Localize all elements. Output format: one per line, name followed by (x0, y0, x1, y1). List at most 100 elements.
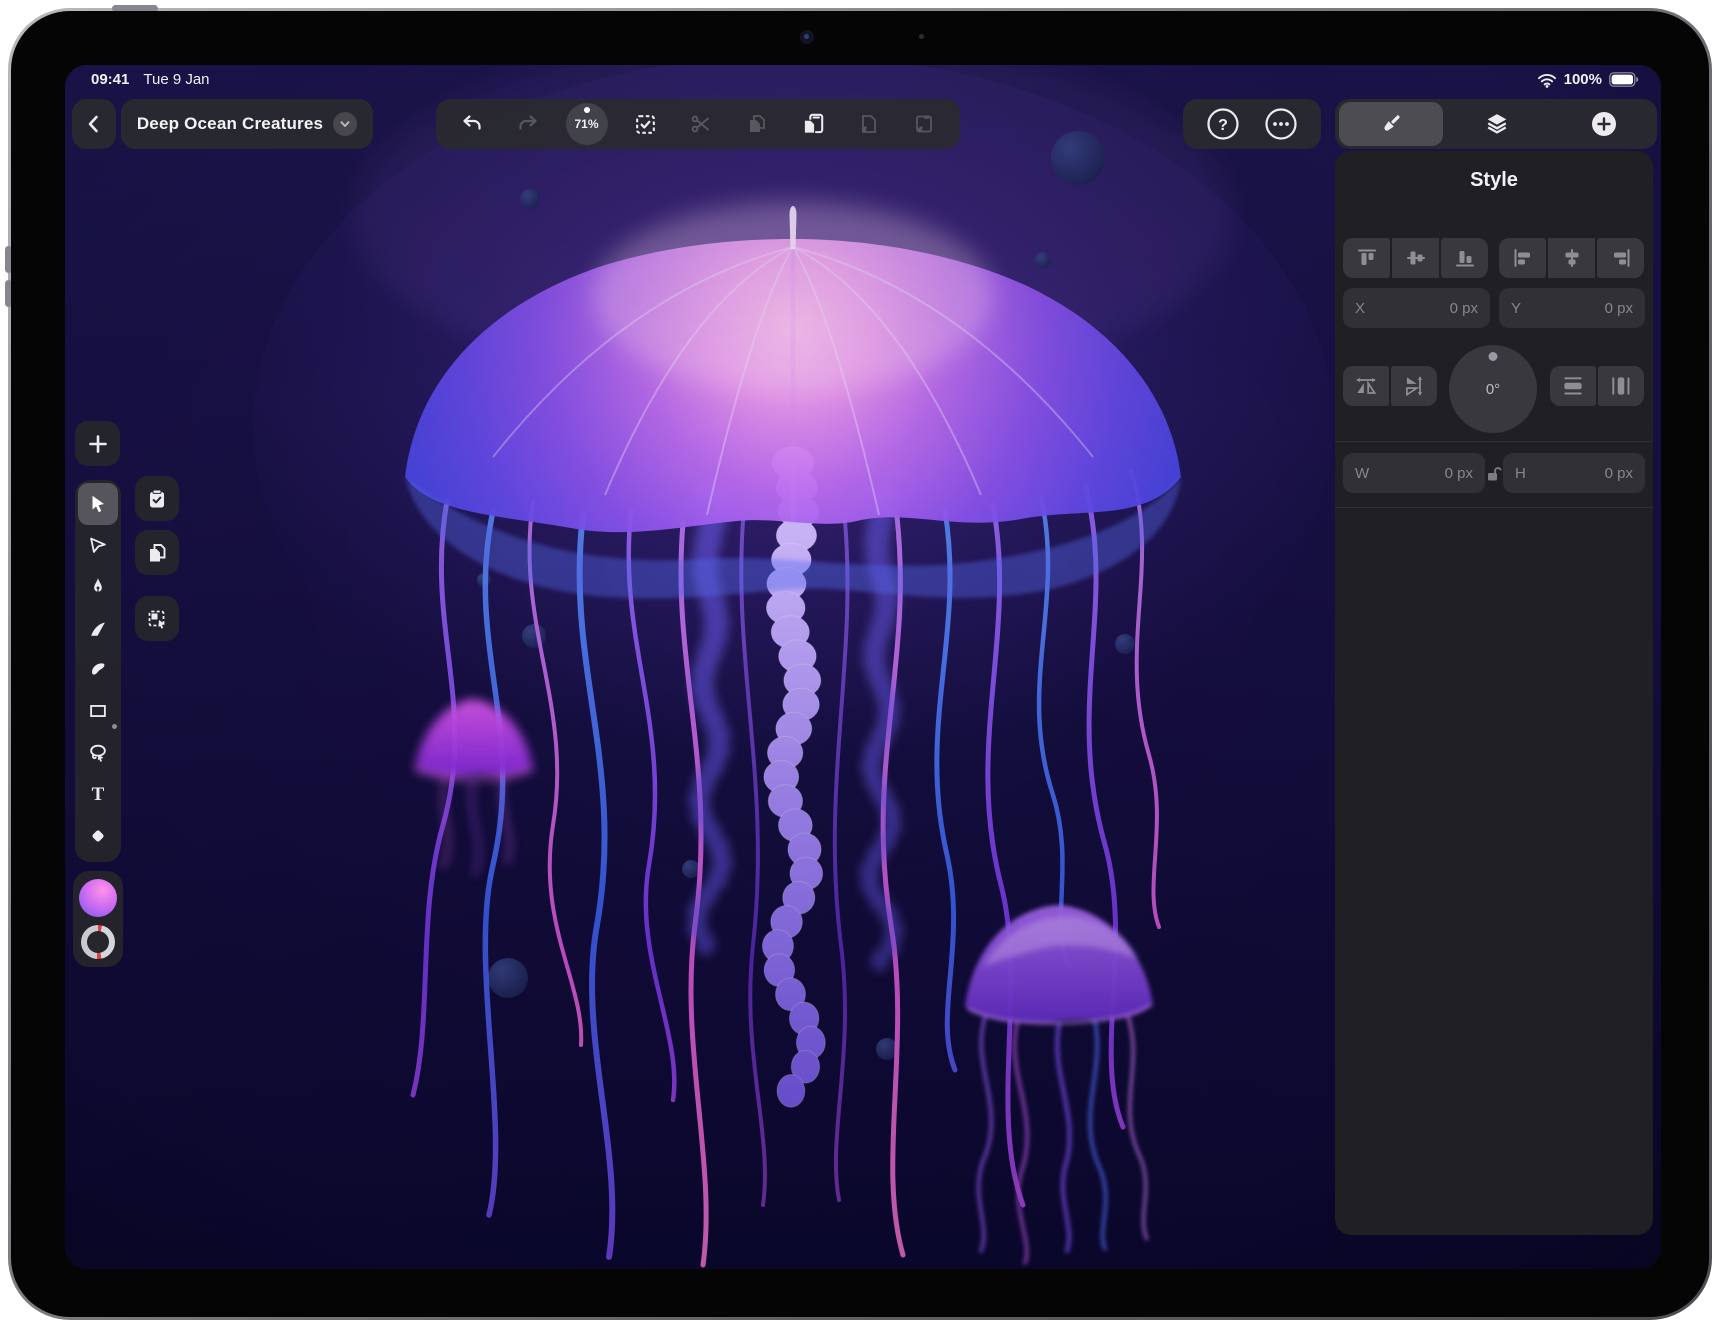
align-top-button[interactable] (1343, 238, 1390, 278)
paste-button[interactable] (795, 106, 831, 142)
add-layer-button[interactable] (1550, 109, 1657, 139)
wifi-icon (1537, 72, 1557, 88)
tab-layers[interactable] (1443, 110, 1550, 138)
tool-lasso[interactable] (78, 732, 118, 774)
layers-icon (1483, 110, 1511, 138)
color-dock (73, 871, 123, 967)
tab-style[interactable] (1339, 102, 1443, 146)
h-label: H (1515, 465, 1526, 482)
duplicate-button[interactable] (135, 530, 179, 575)
zoom-level: 71% (574, 117, 598, 131)
align-bottom-button[interactable] (1441, 238, 1488, 278)
distribute-vertical-icon (1560, 373, 1586, 399)
back-button[interactable] (72, 99, 116, 149)
paintbrush-icon (1378, 111, 1404, 137)
height-field[interactable]: H 0 px (1503, 453, 1645, 493)
paste-inside-icon (912, 112, 936, 136)
tool-text[interactable]: T (78, 774, 118, 816)
lock-open-icon (1485, 465, 1503, 483)
flip-horizontal-button[interactable] (1343, 366, 1389, 406)
distribute-horizontal-icon (1608, 373, 1634, 399)
tool-select[interactable] (78, 483, 118, 525)
paste-style-cursor-icon (145, 607, 169, 631)
front-camera (800, 30, 814, 44)
vertical-align-group (1343, 238, 1488, 278)
fill-color-swatch[interactable] (79, 879, 117, 917)
cut-button[interactable] (683, 106, 719, 142)
screen: 09:41 Tue 9 Jan 100% (65, 65, 1661, 1269)
rectangle-icon (87, 700, 109, 722)
text-tool-icon: T (92, 785, 105, 804)
help-button[interactable]: ? (1205, 106, 1241, 142)
align-middle-icon (1404, 246, 1428, 270)
status-bar: 09:41 Tue 9 Jan 100% (65, 71, 1661, 93)
clipboard-check-icon (145, 487, 169, 511)
undo-button[interactable] (454, 106, 490, 142)
distribute-group (1550, 366, 1644, 406)
copy-icon (745, 112, 769, 136)
select-all-icon (633, 112, 658, 137)
distribute-horizontal-button[interactable] (1598, 366, 1644, 406)
tool-eraser[interactable] (78, 815, 118, 857)
paste-board-button[interactable] (135, 476, 179, 521)
zoom-level-button[interactable]: 71% (566, 103, 608, 145)
paste-icon (800, 111, 826, 137)
tool-brush[interactable] (78, 649, 118, 691)
paste-inside-button[interactable] (906, 106, 942, 142)
more-button[interactable] (1263, 106, 1299, 142)
y-value: 0 px (1605, 300, 1633, 317)
tool-shape[interactable] (78, 691, 118, 733)
align-left-button[interactable] (1499, 238, 1546, 278)
select-all-button[interactable] (627, 106, 663, 142)
sensor-dot (919, 34, 924, 39)
rotation-handle[interactable] (1489, 352, 1498, 361)
w-label: W (1355, 465, 1369, 482)
assist-toolbar: ? (1183, 99, 1321, 149)
clock: 09:41 (91, 71, 129, 88)
align-right-icon (1609, 246, 1633, 270)
stroke-color-swatch[interactable] (81, 925, 115, 959)
scissors-icon (689, 112, 713, 136)
chevron-left-icon (83, 113, 105, 135)
battery-icon (1609, 72, 1639, 87)
document-menu[interactable]: Deep Ocean Creatures (121, 99, 373, 149)
rotation-dial[interactable]: 0° (1449, 345, 1537, 433)
copy-button[interactable] (739, 106, 775, 142)
panel-tabs (1335, 99, 1657, 149)
add-shape-button[interactable] (75, 421, 120, 466)
align-bottom-icon (1453, 246, 1477, 270)
x-value: 0 px (1450, 300, 1478, 317)
distribute-vertical-button[interactable] (1550, 366, 1596, 406)
horizontal-align-group (1499, 238, 1644, 278)
tool-pencil[interactable] (78, 608, 118, 650)
align-center-icon (1560, 246, 1584, 270)
width-field[interactable]: W 0 px (1343, 453, 1485, 493)
redo-icon (516, 112, 540, 136)
paste-style-icon (856, 112, 880, 136)
tool-node-select[interactable] (78, 525, 118, 567)
size-lock-toggle[interactable] (1483, 463, 1505, 485)
paste-style-rail-button[interactable] (135, 596, 179, 641)
align-right-button[interactable] (1597, 238, 1644, 278)
plus-icon (86, 432, 110, 456)
flip-vertical-button[interactable] (1391, 366, 1437, 406)
ellipsis-icon (1264, 107, 1298, 141)
w-value: 0 px (1445, 465, 1473, 482)
help-icon: ? (1206, 107, 1240, 141)
date: Tue 9 Jan (143, 71, 209, 88)
tool-pen[interactable] (78, 566, 118, 608)
paste-style-button[interactable] (850, 106, 886, 142)
x-label: X (1355, 300, 1365, 317)
y-position-field[interactable]: Y 0 px (1499, 288, 1645, 328)
align-left-icon (1511, 246, 1535, 270)
divider (1335, 441, 1653, 442)
cursor-icon (87, 493, 109, 515)
align-center-button[interactable] (1548, 238, 1595, 278)
redo-button[interactable] (510, 106, 546, 142)
flip-group (1343, 366, 1437, 406)
align-middle-button[interactable] (1392, 238, 1439, 278)
rotation-value: 0° (1486, 381, 1500, 398)
flip-horizontal-icon (1353, 373, 1379, 399)
flip-vertical-icon (1401, 373, 1427, 399)
x-position-field[interactable]: X 0 px (1343, 288, 1490, 328)
